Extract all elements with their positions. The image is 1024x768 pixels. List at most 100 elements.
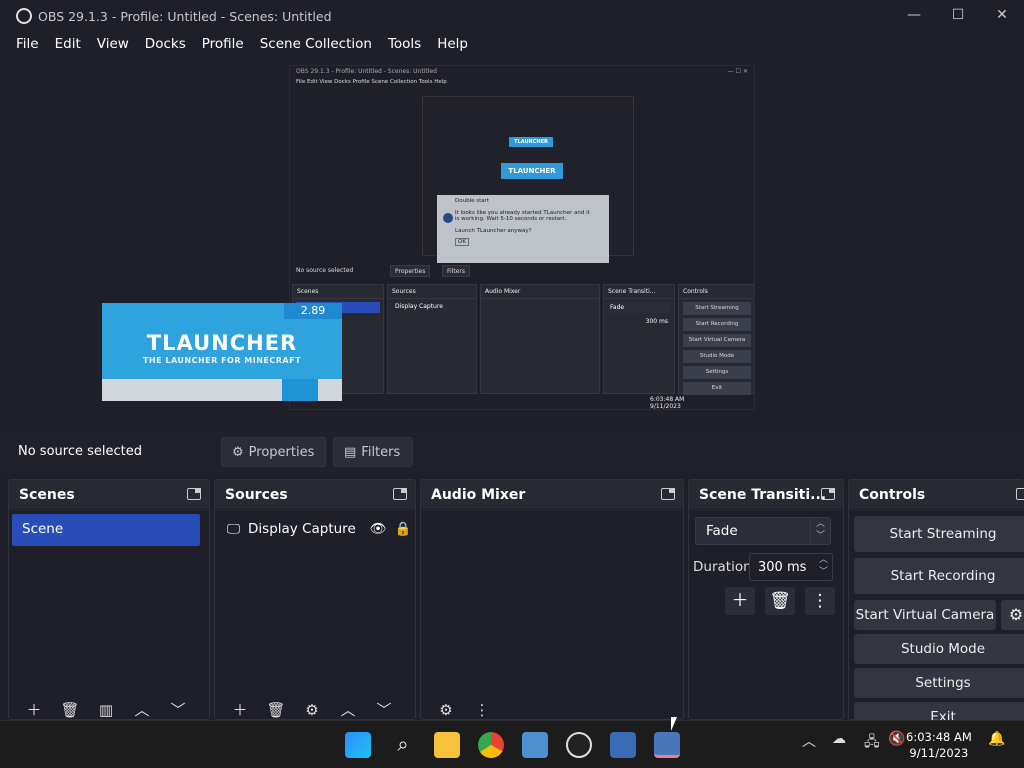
undock-icon[interactable] [187, 488, 201, 500]
java-app-active-icon[interactable] [654, 732, 680, 758]
sources-title: Sources [225, 486, 288, 503]
stepper-icon[interactable]: ︿ ﹀ [819, 554, 828, 578]
obs-taskbar-icon[interactable] [566, 732, 592, 758]
menu-scene-collection[interactable]: Scene Collection [252, 36, 380, 52]
chrome-icon[interactable] [478, 732, 504, 758]
photos-icon[interactable] [522, 732, 548, 758]
transition-menu-icon[interactable]: ⋮ [805, 587, 835, 615]
undock-icon[interactable] [393, 488, 407, 500]
eye-icon[interactable]: 👁 [370, 521, 387, 537]
menu-help[interactable]: Help [429, 36, 476, 52]
thumb-time: 6:03:48 AM [650, 396, 685, 403]
move-down-icon[interactable]: ﹀ [371, 703, 397, 719]
thumb-dock-audio: Audio Mixer [481, 285, 599, 299]
duration-input[interactable]: 300 ms ︿ ﹀ [749, 553, 833, 581]
source-properties-icon[interactable]: ⚙ [299, 703, 325, 719]
onedrive-icon[interactable]: ☁ [832, 731, 846, 747]
audio-menu-icon[interactable]: ⋮ [469, 703, 495, 719]
menu-file[interactable]: File [8, 36, 47, 52]
move-up-icon[interactable]: ︿ [129, 703, 155, 719]
tlauncher-version: 2.89 [284, 303, 342, 319]
undock-icon[interactable] [661, 488, 675, 500]
transition-select[interactable]: Fade ︿ ﹀ [695, 517, 831, 545]
mouse-cursor-icon [671, 717, 677, 731]
undock-icon[interactable] [821, 488, 835, 500]
close-button[interactable]: ✕ [980, 0, 1024, 30]
filter-icon: ▤ [344, 444, 357, 460]
controls-dock: Controls Start Streaming Start Recording… [848, 479, 1024, 732]
menu-docks[interactable]: Docks [137, 36, 194, 52]
add-source-icon[interactable]: ＋ [227, 703, 253, 719]
minimize-button[interactable]: — [892, 0, 936, 30]
thumb-exit: Exit [683, 382, 751, 395]
thumb-menu: File Edit View Docks Profile Scene Colle… [296, 79, 447, 85]
dialog-title: Double start [455, 198, 490, 204]
move-up-icon[interactable]: ︿ [335, 703, 361, 719]
thumb-dock-controls: Controls [679, 285, 754, 299]
start-streaming-button[interactable]: Start Streaming [854, 516, 1024, 552]
lock-icon[interactable]: 🔒 [395, 521, 412, 537]
obs-app-icon [16, 8, 32, 24]
title-bar: OBS 29.1.3 - Profile: Untitled - Scenes:… [0, 0, 1024, 32]
add-transition-icon[interactable]: ＋ [725, 587, 755, 615]
tlauncher-progress-bar [102, 379, 342, 401]
advanced-audio-icon[interactable]: ⚙ [433, 703, 459, 719]
move-down-icon[interactable]: ﹀ [165, 703, 191, 719]
source-item[interactable]: 🖵 Display Capture 👁 🔒 [227, 521, 412, 537]
thumb-dock-sources: Sources [388, 285, 476, 299]
add-scene-icon[interactable]: ＋ [21, 703, 47, 719]
scene-filters-icon[interactable]: ▥ [93, 703, 119, 719]
thumb-studio-mode: Studio Mode [683, 350, 751, 363]
thumb-start-recording: Start Recording [683, 318, 751, 331]
scene-transitions-dock: Scene Transiti... Fade ︿ ﹀ Duration 300 m… [688, 479, 844, 720]
chevron-up-icon[interactable]: ︿ [802, 731, 816, 751]
thumb-start-streaming: Start Streaming [683, 302, 751, 315]
thumb-date: 9/11/2023 [650, 403, 681, 410]
settings-button[interactable]: Settings [854, 668, 1024, 698]
scene-item[interactable]: Scene [12, 514, 200, 546]
start-recording-button[interactable]: Start Recording [854, 558, 1024, 594]
preview-capture: OBS 29.1.3 - Profile: Untitled - Scenes:… [289, 65, 755, 410]
window-title: OBS 29.1.3 - Profile: Untitled - Scenes:… [38, 8, 332, 24]
filters-button[interactable]: ▤ Filters [333, 437, 413, 467]
menu-view[interactable]: View [89, 36, 137, 52]
start-virtual-camera-button[interactable]: Start Virtual Camera [854, 600, 996, 630]
chevron-updown-icon: ︿ ﹀ [810, 518, 830, 544]
remove-scene-icon[interactable]: 🗑 [57, 703, 83, 719]
maximize-button[interactable]: ☐ [936, 0, 980, 30]
java-app-icon[interactable] [610, 732, 636, 758]
search-icon[interactable]: ⌕ [390, 732, 416, 758]
thumb-settings: Settings [683, 366, 751, 379]
file-explorer-icon[interactable] [434, 732, 460, 758]
taskbar: ⌕ ︿ ☁ 🖧 🔇 6:03:48 AM 9/11/2023 🔔 [0, 720, 1024, 768]
taskbar-clock[interactable]: 6:03:48 AM 9/11/2023 [906, 729, 972, 761]
network-icon[interactable]: 🖧 [864, 731, 880, 755]
no-source-label: No source selected [18, 444, 142, 459]
filters-label: Filters [361, 444, 401, 460]
studio-mode-button[interactable]: Studio Mode [854, 634, 1024, 664]
source-label: Display Capture [248, 521, 356, 537]
properties-button[interactable]: ⚙ Properties [221, 437, 326, 467]
undock-icon[interactable] [1016, 488, 1024, 500]
dialog-ok: OK [455, 238, 469, 246]
windows-start-icon[interactable] [345, 732, 371, 758]
audio-mixer-title: Audio Mixer [431, 486, 526, 503]
remove-transition-icon[interactable]: 🗑 [765, 587, 795, 615]
thumb-duration: 300 ms [645, 318, 668, 325]
dialog-text: It looks like you already started TLaunc… [455, 210, 590, 222]
menu-tools[interactable]: Tools [380, 36, 429, 52]
controls-title: Controls [859, 486, 926, 503]
remove-source-icon[interactable]: 🗑 [263, 703, 289, 719]
preview-canvas[interactable]: OBS 29.1.3 - Profile: Untitled - Scenes:… [0, 58, 1024, 430]
tlauncher-subtitle: THE LAUNCHER FOR MINECRAFT [142, 356, 302, 365]
virtual-camera-settings-icon[interactable]: ⚙ [1001, 600, 1024, 630]
transition-value: Fade [706, 523, 738, 539]
thumb-status: No source selected [296, 267, 354, 274]
volume-mute-icon[interactable]: 🔇 [888, 731, 905, 747]
menu-edit[interactable]: Edit [47, 36, 89, 52]
notification-bell-icon[interactable]: 🔔 [988, 731, 1005, 747]
menu-profile[interactable]: Profile [194, 36, 252, 52]
tlauncher-splash: 2.89 TLAUNCHER THE LAUNCHER FOR MINECRAF… [102, 303, 342, 401]
scenes-dock: Scenes Scene ＋ 🗑 ▥ ︿ ﹀ [8, 479, 210, 720]
menu-bar: File Edit View Docks Profile Scene Colle… [0, 32, 1024, 56]
